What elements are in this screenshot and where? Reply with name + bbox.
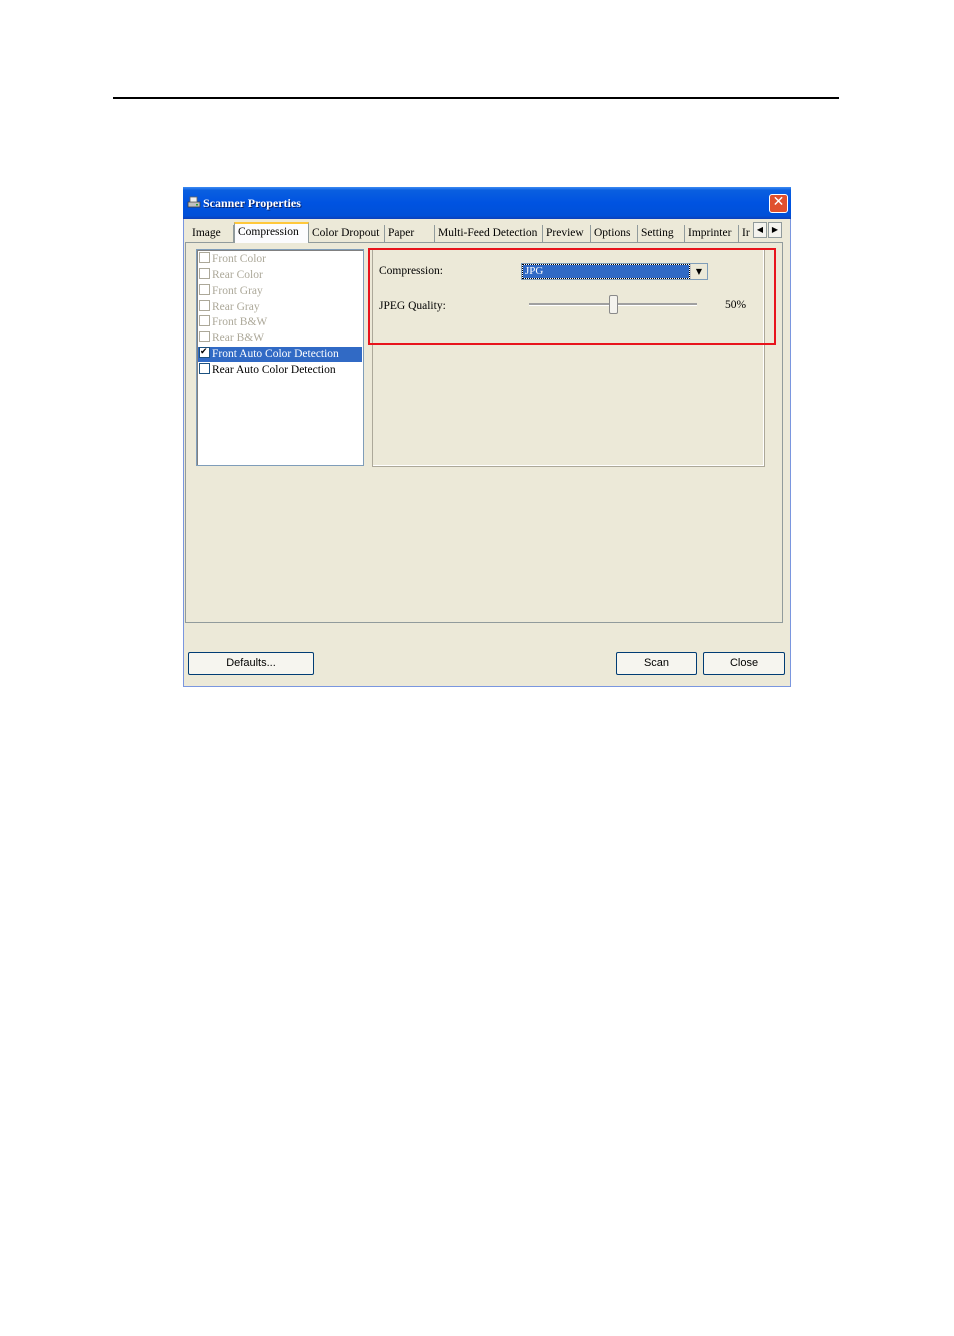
tab-multi-feed-detection[interactable]: Multi-Feed Detection: [435, 225, 543, 242]
compression-select-value: JPG: [522, 264, 690, 279]
list-item[interactable]: Front Gray: [198, 284, 362, 299]
list-item-label: Rear Gray: [212, 301, 260, 313]
tab-options[interactable]: Options: [591, 225, 638, 242]
slider-thumb[interactable]: [609, 295, 618, 314]
jpeg-quality-slider[interactable]: [529, 293, 697, 317]
list-item-label: Front Color: [212, 253, 266, 265]
checkbox[interactable]: [199, 284, 210, 295]
scan-button[interactable]: Scan: [616, 652, 697, 675]
checkbox[interactable]: [199, 300, 210, 311]
tab-compression[interactable]: Compression: [234, 222, 309, 243]
list-item-label: Front B&W: [212, 316, 268, 328]
jpeg-quality-value: 50%: [725, 299, 747, 311]
list-item-label: Front Gray: [212, 285, 263, 297]
checkbox[interactable]: [199, 315, 210, 326]
arrow-right-icon: ▶: [771, 225, 779, 234]
window-title: Scanner Properties: [203, 196, 301, 210]
list-item[interactable]: Rear B&W: [198, 331, 362, 346]
tab-scroll-left-button[interactable]: ◀: [753, 222, 767, 238]
tab-preview[interactable]: Preview: [543, 225, 591, 242]
list-item-label: Rear Color: [212, 269, 263, 281]
list-item[interactable]: Front B&W: [198, 315, 362, 330]
checkbox[interactable]: [199, 345, 210, 360]
tab-paper[interactable]: Paper: [385, 225, 435, 242]
checkbox[interactable]: [199, 268, 210, 279]
compression-settings-panel: Compression: JPG ▼ JPEG Quality: 50%: [372, 248, 765, 467]
list-item-label: Rear B&W: [212, 332, 265, 344]
list-item[interactable]: Front Auto Color Detection: [198, 345, 362, 362]
title-bar[interactable]: Scanner Properties ✕: [183, 187, 791, 219]
tab-truncated[interactable]: Ir: [739, 225, 753, 242]
defaults-button[interactable]: Defaults...: [188, 652, 314, 675]
scanner-icon: [187, 196, 201, 208]
list-item[interactable]: Front Color: [198, 252, 362, 267]
image-type-list[interactable]: Front Color Rear Color Front Gray Rear G…: [196, 249, 364, 466]
tab-image[interactable]: Image: [189, 225, 234, 242]
chevron-down-icon[interactable]: ▼: [690, 264, 707, 279]
list-item-label: Rear Auto Color Detection: [212, 364, 336, 376]
tab-color-dropout[interactable]: Color Dropout: [309, 225, 385, 242]
checkbox[interactable]: [199, 331, 210, 342]
compression-tab-page: Front Color Rear Color Front Gray Rear G…: [185, 242, 783, 623]
tab-imprinter[interactable]: Imprinter: [685, 225, 739, 242]
close-button[interactable]: Close: [703, 652, 785, 675]
close-window-button[interactable]: ✕: [769, 194, 788, 213]
close-icon: ✕: [772, 194, 785, 210]
compression-select[interactable]: JPG ▼: [521, 263, 708, 280]
compression-label: Compression:: [379, 265, 443, 277]
arrow-left-icon: ◀: [756, 225, 764, 234]
checkbox[interactable]: [199, 252, 210, 263]
list-item[interactable]: Rear Color: [198, 268, 362, 283]
header-rule: [113, 97, 839, 99]
list-item-label: Front Auto Color Detection: [212, 348, 339, 360]
list-item[interactable]: Rear Auto Color Detection: [198, 363, 362, 378]
list-item[interactable]: Rear Gray: [198, 300, 362, 315]
tab-setting[interactable]: Setting: [638, 225, 685, 242]
checkbox[interactable]: [199, 363, 210, 374]
tab-scroll-right-button[interactable]: ▶: [768, 222, 782, 238]
tab-strip: Image Compression Color Dropout Paper Mu…: [188, 222, 786, 243]
scanner-properties-window: Scanner Properties ✕ Image Compression C…: [183, 187, 791, 687]
jpeg-quality-label: JPEG Quality:: [379, 300, 446, 312]
